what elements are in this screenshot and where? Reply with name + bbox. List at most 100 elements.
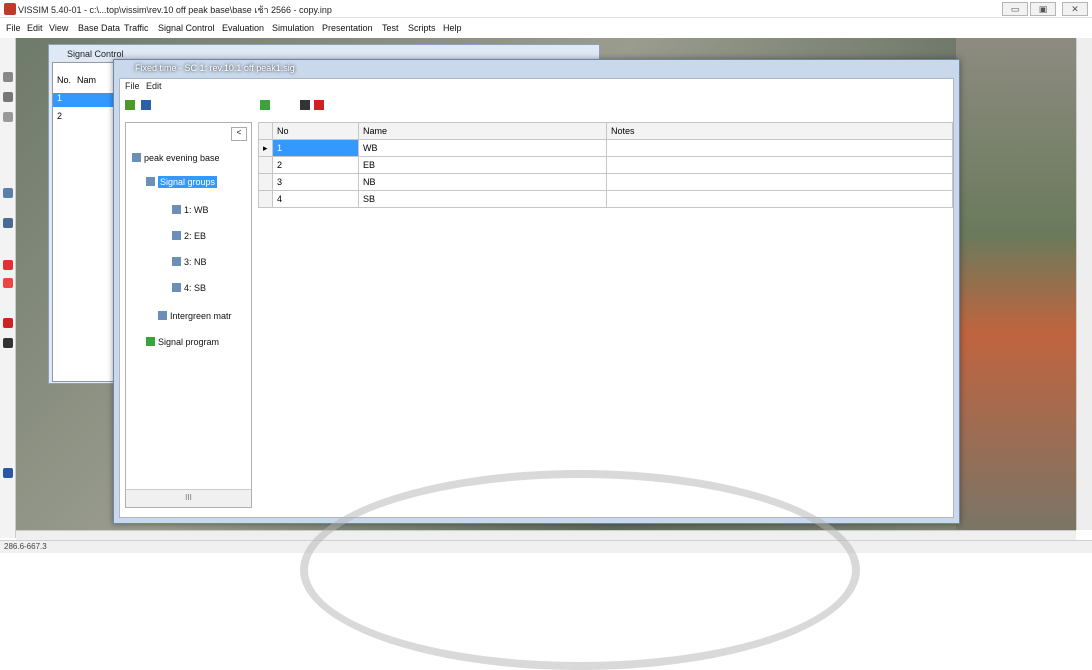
- signal-groups-grid: No Name Notes ▸ 1 WB 2 EB 3 NB 4 SB: [258, 122, 953, 208]
- save-icon[interactable]: [141, 100, 151, 110]
- table-row[interactable]: 4 SB: [258, 190, 953, 208]
- cell-notes[interactable]: [606, 190, 953, 208]
- signal-control-title: Signal Control: [67, 49, 124, 59]
- grid-corner: [258, 122, 273, 140]
- signal-head-icon[interactable]: [3, 338, 13, 348]
- menu-view[interactable]: View: [49, 23, 68, 33]
- row-indicator: [258, 156, 273, 174]
- header-name[interactable]: Name: [358, 122, 607, 140]
- coordinate-readout: 286.6-667.3: [4, 542, 47, 551]
- tree-item-wb[interactable]: 1: WB: [172, 205, 209, 215]
- tree-signal-groups[interactable]: Signal groups: [146, 176, 218, 188]
- app-title: VISSIM 5.40-01 - c:\...top\vissim\rev.10…: [18, 5, 332, 15]
- header-no[interactable]: No: [272, 122, 359, 140]
- stop-icon[interactable]: [3, 260, 13, 270]
- cell-no[interactable]: 3: [272, 173, 359, 191]
- cell-name[interactable]: SB: [358, 190, 607, 208]
- link-icon[interactable]: [3, 188, 13, 198]
- hand-icon[interactable]: [3, 112, 13, 122]
- menu-file[interactable]: File: [6, 23, 21, 33]
- table-row[interactable]: 2 EB: [258, 156, 953, 174]
- root-icon: [132, 153, 141, 162]
- vertical-scrollbar[interactable]: [1076, 38, 1092, 530]
- ft-menu-file[interactable]: File: [125, 81, 140, 91]
- program-icon: [146, 337, 155, 346]
- tree-item-nb[interactable]: 3: NB: [172, 257, 207, 267]
- cell-notes[interactable]: [606, 173, 953, 191]
- signal-control-table: No. Nam 1 2: [52, 62, 122, 382]
- cell-no[interactable]: 1: [272, 139, 359, 157]
- table-row[interactable]: 3 NB: [258, 173, 953, 191]
- edit-icon[interactable]: [300, 100, 310, 110]
- signal-head-icon: [172, 231, 181, 240]
- add-icon[interactable]: [260, 100, 270, 110]
- tree-intergreen-label: Intergreen matr: [170, 311, 232, 321]
- left-toolbar: [0, 38, 16, 538]
- signal-group-icon: [146, 177, 155, 186]
- vehicle-icon[interactable]: [3, 218, 13, 228]
- tree-signal-programs-label: Signal program: [158, 337, 220, 347]
- tree-hscroll[interactable]: III: [126, 489, 251, 507]
- app-icon: [4, 3, 16, 15]
- tree-item-wb-label: 1: WB: [184, 205, 209, 215]
- menu-base-data[interactable]: Base Data: [78, 23, 120, 33]
- menu-bar: File Edit View Base Data Traffic Signal …: [0, 18, 1092, 38]
- signal-head-icon: [172, 257, 181, 266]
- delete-icon[interactable]: [314, 100, 324, 110]
- tree-root-label: peak evening base: [144, 153, 220, 163]
- collapse-button[interactable]: <: [231, 127, 247, 141]
- tree-root[interactable]: peak evening base: [132, 153, 220, 163]
- cell-no[interactable]: 2: [272, 156, 359, 174]
- menu-help[interactable]: Help: [443, 23, 462, 33]
- header-notes[interactable]: Notes: [606, 122, 953, 140]
- ft-menu-edit[interactable]: Edit: [146, 81, 162, 91]
- menu-signal-control[interactable]: Signal Control: [158, 23, 215, 33]
- menu-evaluation[interactable]: Evaluation: [222, 23, 264, 33]
- map-buildings: [956, 38, 1076, 530]
- tree-item-sb-label: 4: SB: [184, 283, 207, 293]
- yield-icon[interactable]: [3, 278, 13, 288]
- menu-test[interactable]: Test: [382, 23, 399, 33]
- tree-item-eb[interactable]: 2: EB: [172, 231, 206, 241]
- cell-name[interactable]: NB: [358, 173, 607, 191]
- app-titlebar: VISSIM 5.40-01 - c:\...top\vissim\rev.10…: [0, 0, 1092, 18]
- signal-head-icon: [172, 205, 181, 214]
- menu-simulation[interactable]: Simulation: [272, 23, 314, 33]
- maximize-button[interactable]: ▣: [1030, 2, 1056, 16]
- row-indicator: ▸: [258, 139, 273, 157]
- signal-head-icon: [172, 283, 181, 292]
- tree-signal-groups-label: Signal groups: [158, 176, 218, 188]
- zoom-icon[interactable]: [3, 72, 13, 82]
- signal-tree: < peak evening base Signal groups 1: WB …: [125, 122, 252, 508]
- cell-name[interactable]: EB: [358, 156, 607, 174]
- sc-row-1[interactable]: 1: [53, 93, 121, 107]
- tree-intergreen[interactable]: Intergreen matr: [158, 311, 232, 321]
- new-icon[interactable]: [125, 100, 135, 110]
- stop-sign-icon[interactable]: [3, 318, 13, 328]
- table-row[interactable]: ▸ 1 WB: [258, 139, 953, 157]
- cell-name[interactable]: WB: [358, 139, 607, 157]
- row-indicator: [258, 173, 273, 191]
- tree-item-sb[interactable]: 4: SB: [172, 283, 206, 293]
- col-name: Nam: [77, 75, 97, 85]
- pan-icon[interactable]: [3, 92, 13, 102]
- matrix-icon: [158, 311, 167, 320]
- tree-item-eb-label: 2: EB: [184, 231, 207, 241]
- parking-icon[interactable]: [3, 468, 13, 478]
- cell-notes[interactable]: [606, 139, 953, 157]
- col-no: No.: [57, 75, 72, 85]
- watermark: [300, 470, 860, 670]
- menu-traffic[interactable]: Traffic: [124, 23, 149, 33]
- tree-item-nb-label: 3: NB: [184, 257, 207, 267]
- menu-edit[interactable]: Edit: [27, 23, 43, 33]
- fixed-time-title: Fixed time - SC 1: rev.10.1 off peak1.si…: [135, 63, 295, 73]
- minimize-button[interactable]: ▭: [1002, 2, 1028, 16]
- close-button[interactable]: ✕: [1062, 2, 1088, 16]
- cell-notes[interactable]: [606, 156, 953, 174]
- row-indicator: [258, 190, 273, 208]
- menu-presentation[interactable]: Presentation: [322, 23, 373, 33]
- tree-signal-programs[interactable]: Signal program: [146, 337, 219, 347]
- menu-scripts[interactable]: Scripts: [408, 23, 436, 33]
- cell-no[interactable]: 4: [272, 190, 359, 208]
- sc-row-2[interactable]: 2: [57, 111, 62, 121]
